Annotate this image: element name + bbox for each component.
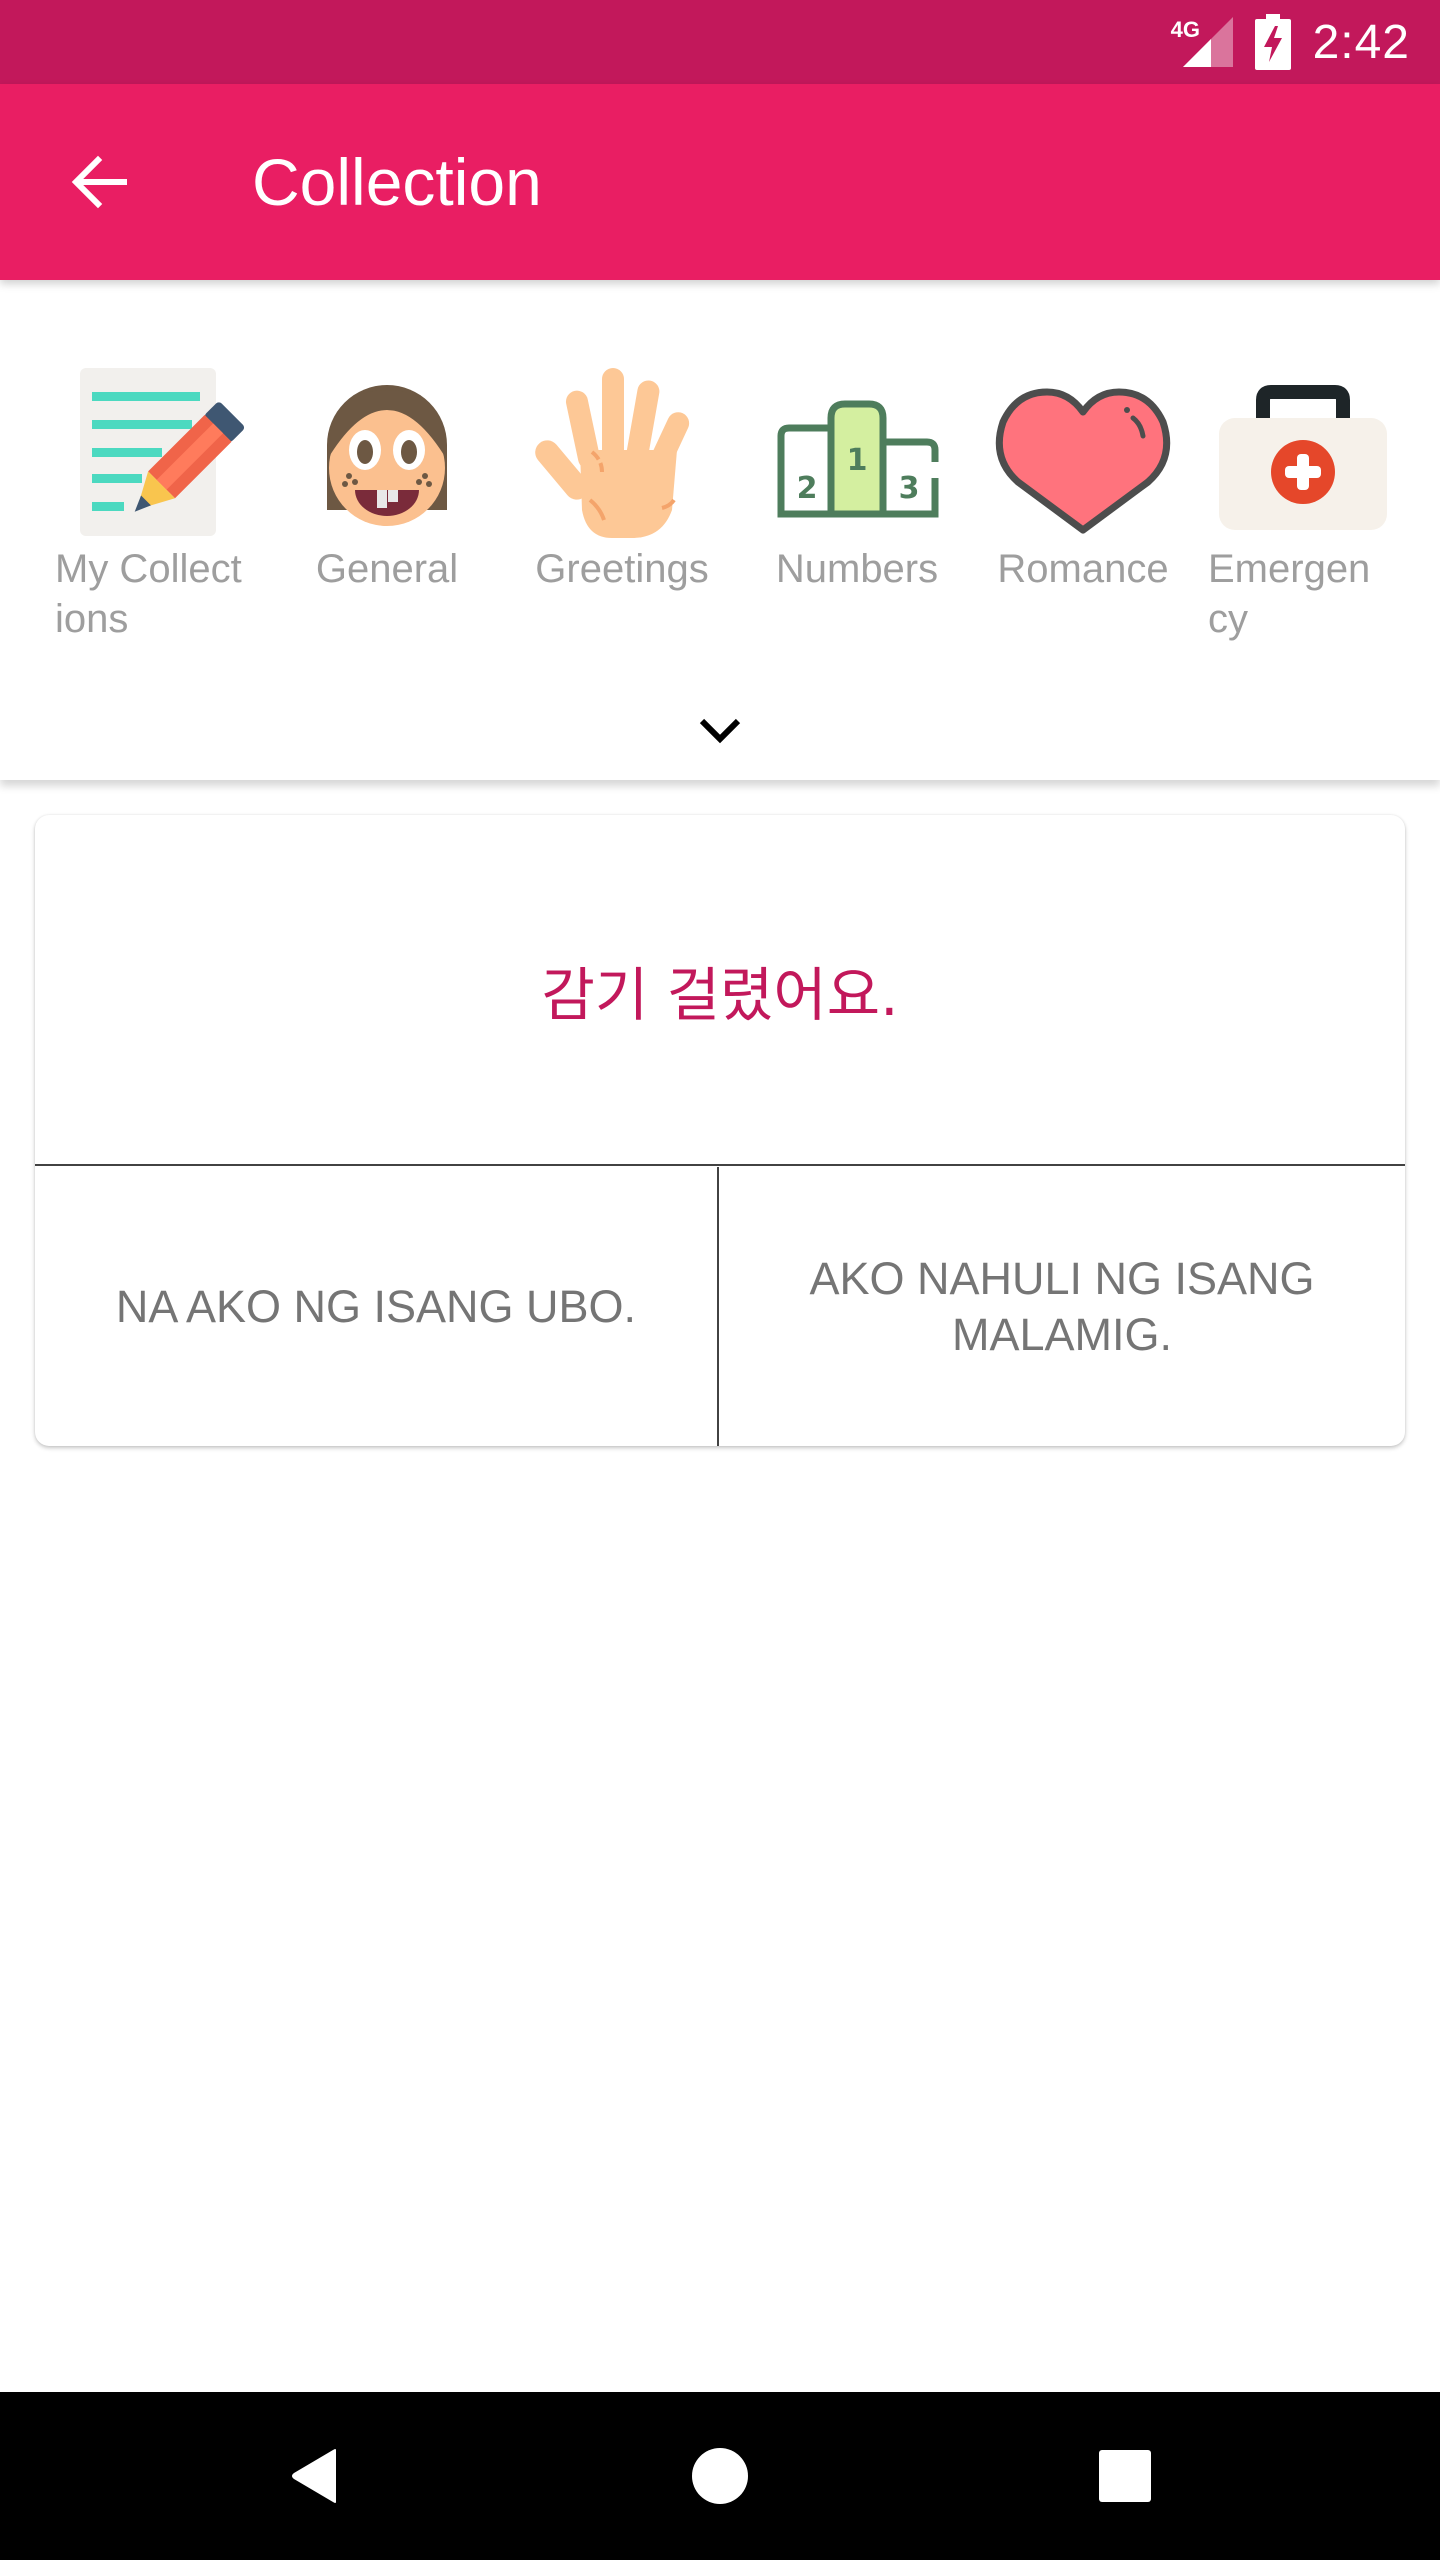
answer-option-1[interactable]: NA AKO NG ISANG UBO. xyxy=(35,1167,719,1446)
first-aid-kit-icon xyxy=(1219,385,1387,530)
category-label: Romance xyxy=(997,547,1169,591)
category-general[interactable]: General xyxy=(282,360,492,650)
expand-categories-button[interactable] xyxy=(680,700,760,760)
category-greetings[interactable]: Greetings xyxy=(517,360,727,650)
category-numbers[interactable]: 2 1 3 Numbers xyxy=(752,360,962,650)
answer-option-2[interactable]: AKO NAHULI NG ISANG MALAMIG. xyxy=(719,1167,1405,1446)
smiling-face-icon xyxy=(327,385,447,526)
category-emergency[interactable]: Emergen cy xyxy=(1208,360,1418,650)
app-bar: Collection xyxy=(0,84,1440,280)
category-label-line: Emergen xyxy=(1208,547,1371,591)
heart-icon xyxy=(995,388,1171,534)
category-label: Numbers xyxy=(775,547,939,591)
category-label: General xyxy=(315,547,459,591)
arrow-left-icon xyxy=(71,155,127,209)
signal-icon: 4G xyxy=(1171,17,1233,67)
category-label-line: cy xyxy=(1208,597,1248,641)
category-romance[interactable]: Romance xyxy=(978,360,1188,650)
back-button[interactable] xyxy=(50,132,150,232)
page-title: Collection xyxy=(252,145,542,219)
category-label: My Collect ions xyxy=(55,544,265,644)
status-clock: 2:42 xyxy=(1312,15,1410,69)
notebook-pencil-icon xyxy=(80,368,245,536)
status-indicators: 4G 2:42 xyxy=(1171,0,1410,84)
back-triangle-icon xyxy=(292,2449,336,2503)
nav-recents-button[interactable] xyxy=(1075,2426,1175,2526)
podium-icon: 2 1 3 xyxy=(777,400,939,518)
category-label: Greetings xyxy=(535,547,709,591)
svg-text:3: 3 xyxy=(899,471,920,506)
system-nav-bar xyxy=(0,2392,1440,2560)
battery-charging-icon xyxy=(1254,14,1291,70)
svg-text:1: 1 xyxy=(847,443,868,478)
home-circle-icon xyxy=(692,2448,748,2504)
category-panel: My Collect ions General Greetings 2 1 3 … xyxy=(0,280,1440,780)
category-label-line: ions xyxy=(55,597,129,641)
status-bar: 4G 2:42 xyxy=(0,0,1440,84)
source-phrase[interactable]: 감기 걸렸어요. xyxy=(35,815,1405,1166)
nav-home-button[interactable] xyxy=(670,2426,770,2526)
category-label: Emergen cy xyxy=(1208,544,1418,644)
waving-hand-icon xyxy=(535,368,690,538)
category-my-collections[interactable]: My Collect ions xyxy=(55,360,265,650)
phrase-card: 감기 걸렸어요. NA AKO NG ISANG UBO. AKO NAHULI… xyxy=(35,815,1405,1446)
chevron-down-icon xyxy=(699,718,741,744)
nav-back-button[interactable] xyxy=(266,2426,366,2526)
recents-square-icon xyxy=(1099,2450,1151,2502)
svg-text:2: 2 xyxy=(797,471,818,506)
category-label-line: My Collect xyxy=(55,547,242,591)
